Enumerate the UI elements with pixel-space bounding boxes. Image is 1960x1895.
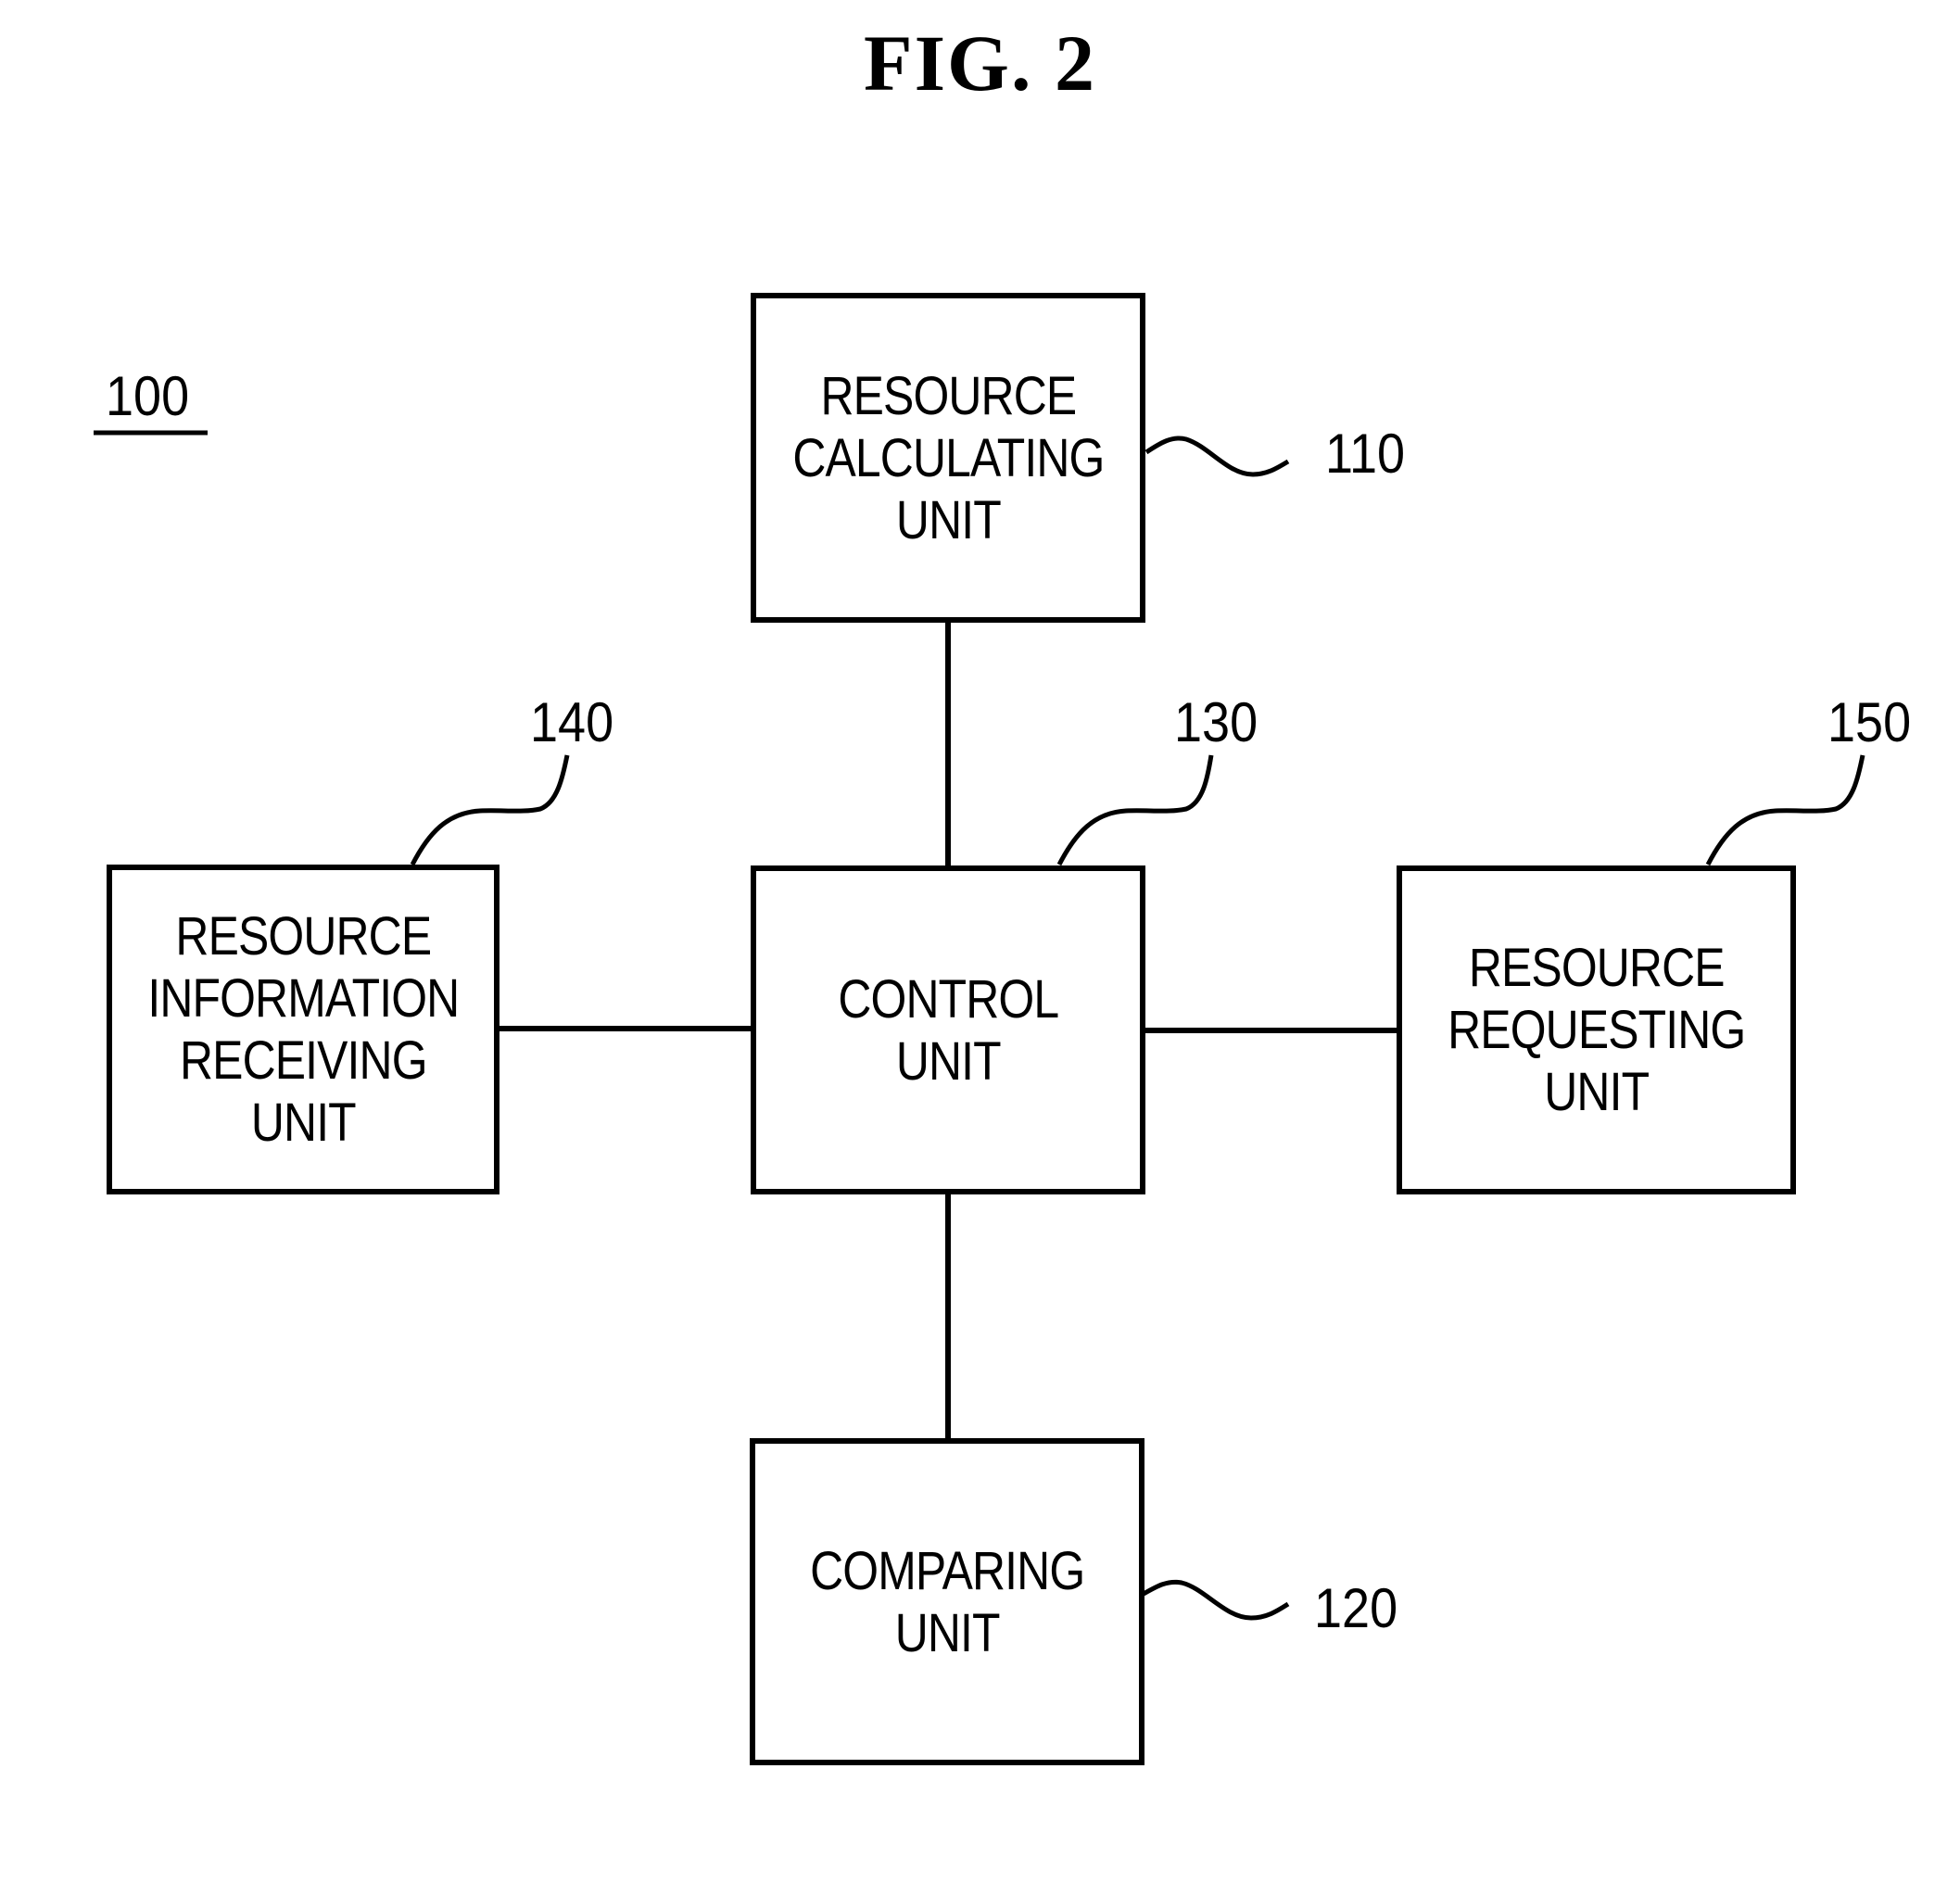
- resource-requesting-unit-block: RESOURCE REQUESTING UNIT: [1397, 865, 1796, 1194]
- leader-line-140: [410, 754, 570, 866]
- ref-number-130: 130: [1174, 691, 1258, 753]
- block-label: RESOURCE REQUESTING UNIT: [1447, 938, 1746, 1122]
- leader-line-110: [1144, 436, 1290, 477]
- ref-number-140: 140: [530, 691, 614, 753]
- leader-line-120: [1142, 1579, 1290, 1621]
- resource-calculating-unit-block: RESOURCE CALCULATING UNIT: [751, 293, 1145, 623]
- control-unit-block: CONTROL UNIT: [751, 865, 1145, 1194]
- block-label: RESOURCE INFORMATION RECEIVING UNIT: [147, 906, 460, 1153]
- system-reference-number: 100: [106, 365, 190, 427]
- ref-number-110: 110: [1325, 423, 1406, 485]
- leader-line-150: [1705, 754, 1865, 866]
- ref-number-120: 120: [1314, 1577, 1398, 1639]
- comparing-unit-block: COMPARING UNIT: [750, 1438, 1144, 1765]
- block-label: CONTROL UNIT: [838, 968, 1059, 1092]
- block-label: COMPARING UNIT: [809, 1540, 1085, 1663]
- block-label: RESOURCE CALCULATING UNIT: [791, 365, 1105, 550]
- ref-number-150: 150: [1827, 691, 1912, 753]
- leader-line-130: [1056, 754, 1214, 866]
- resource-information-receiving-unit-block: RESOURCE INFORMATION RECEIVING UNIT: [107, 865, 499, 1194]
